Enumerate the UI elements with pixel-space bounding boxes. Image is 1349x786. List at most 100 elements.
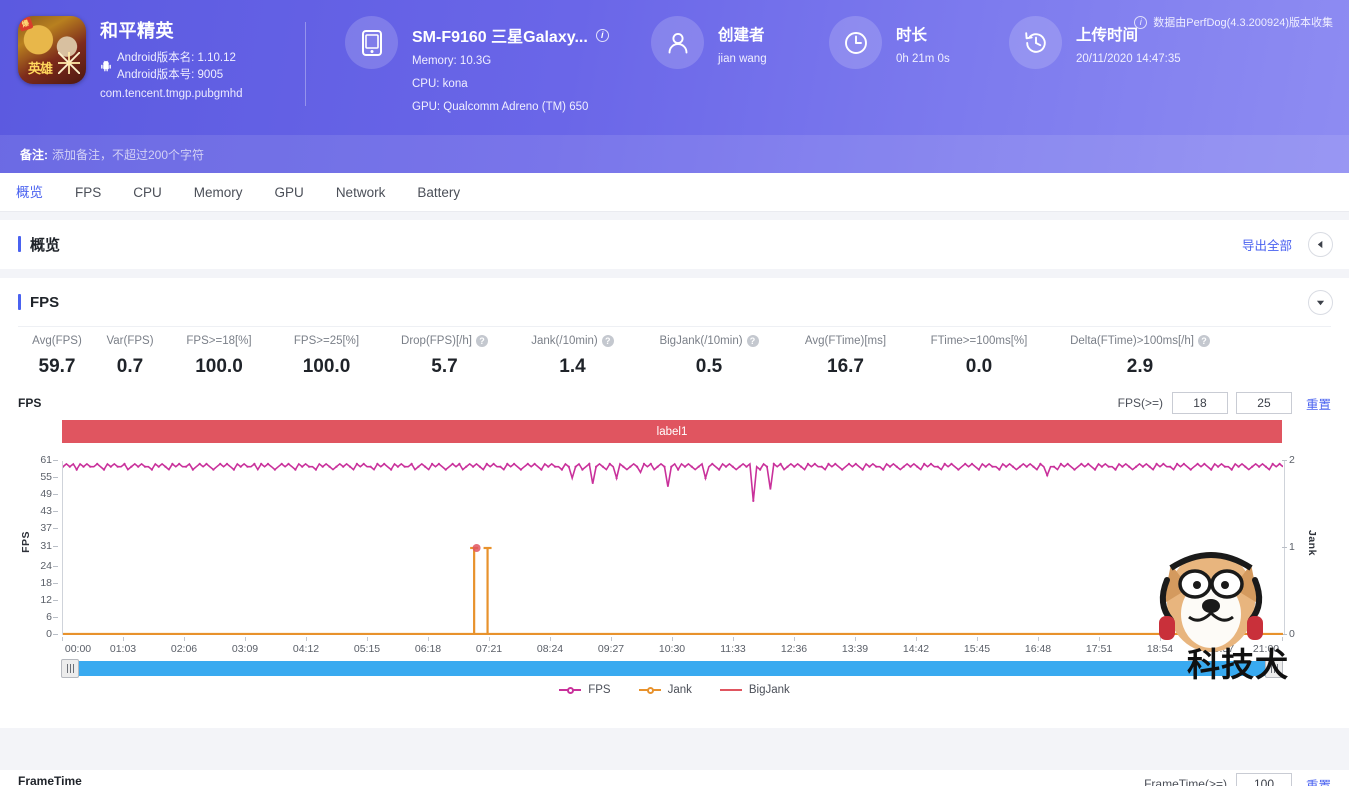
slider-handle-left[interactable] <box>61 659 79 678</box>
perfdog-version-note: i 数据由PerfDog(4.3.200924)版本收集 <box>1134 14 1333 30</box>
clock-icon <box>844 31 867 54</box>
fps-plot-area[interactable] <box>61 461 1282 635</box>
legend-item-bigjank[interactable]: BigJank <box>719 684 790 696</box>
metric-fps-ge-18: FPS>=18[%] 100.0 <box>164 335 274 378</box>
tab-overview[interactable]: 概览 <box>16 173 43 212</box>
y-tick-left: 0 <box>14 628 58 640</box>
fps-panel: FPS Avg(FPS) 59.7 Var(FPS) 0.7 FPS>=18[%… <box>0 278 1349 728</box>
x-tick: 17:51 <box>1085 643 1113 655</box>
tab-cpu[interactable]: CPU <box>133 173 162 212</box>
legend-label-bigjank: BigJank <box>748 684 790 696</box>
metric-var-fps: Var(FPS) 0.7 <box>96 335 164 378</box>
chevron-left-icon <box>1317 240 1323 248</box>
remark-input[interactable]: 添加备注，不超过200个字符 <box>52 146 204 163</box>
overview-panel: 概览 导出全部 <box>0 220 1349 269</box>
history-icon-circle <box>1009 16 1062 69</box>
metric-value-text: 1.4 <box>559 356 586 377</box>
help-icon[interactable]: ? <box>475 335 488 347</box>
device-gpu: GPU: Qualcomm Adreno (TM) 650 <box>412 101 589 113</box>
device-memory: Memory: 10.3G <box>412 55 492 67</box>
fps-title: FPS <box>18 294 59 311</box>
frametime-section-partial: FrameTime FrameTime(>=) 重置 <box>0 770 1349 786</box>
remark-bar[interactable]: 备注: 添加备注，不超过200个字符 <box>0 135 1349 173</box>
app-icon-spark <box>58 52 80 74</box>
y-tick-right: 2 <box>1282 454 1326 466</box>
legend-item-jank[interactable]: Jank <box>638 684 692 696</box>
y-tick-left: 61 <box>14 454 58 466</box>
x-tick: 21:00 <box>1252 643 1280 655</box>
header-divider <box>305 22 306 106</box>
info-icon: i <box>1134 15 1148 29</box>
fps-threshold-input-1[interactable] <box>1171 392 1228 414</box>
y-tick-left: 55 <box>14 471 58 483</box>
time-range-slider[interactable] <box>61 659 1283 678</box>
tab-gpu[interactable]: GPU <box>275 173 304 212</box>
chart-label-band[interactable]: label1 <box>62 420 1282 443</box>
legend-swatch-bigjank <box>719 689 742 691</box>
help-icon[interactable]: ? <box>746 335 759 347</box>
y-tick-left: 18 <box>14 577 58 589</box>
x-tick: 19:57 <box>1207 643 1235 655</box>
remark-label: 备注: <box>20 147 48 162</box>
fps-threshold-input-2[interactable] <box>1235 392 1292 414</box>
app-name: 和平精英 <box>100 21 174 41</box>
help-icon[interactable]: ? <box>1197 335 1210 347</box>
overview-title-text: 概览 <box>30 236 61 254</box>
metric-value-text: 16.7 <box>827 356 864 377</box>
x-tick: 09:27 <box>597 643 625 655</box>
app-version-name: Android版本名: 1.10.12 <box>117 52 236 64</box>
main-tabbar: 概览 FPS CPU Memory GPU Network Battery <box>0 173 1349 212</box>
frametime-threshold-label: FrameTime(>=) <box>1144 777 1227 786</box>
x-tick: 14:42 <box>902 643 930 655</box>
metric-label-text: Jank(/10min) <box>531 335 598 347</box>
frametime-threshold-input[interactable] <box>1235 773 1292 786</box>
x-tick: 11:33 <box>720 643 746 655</box>
metric-label-text: Avg(FTime)[ms] <box>804 335 887 347</box>
metric-label-text: Drop(FPS)[/h] <box>401 335 472 347</box>
y-axis-left: 0 6 12 18 24 31 37 43 49 55 61 <box>14 454 58 640</box>
x-tick: 16:48 <box>1024 643 1052 655</box>
device-info-card: SM-F9160 三星Galaxy... i Memory: 10.3G CPU… <box>345 16 645 116</box>
y-tick-left: 37 <box>14 522 58 534</box>
fps-chart-canvas[interactable]: label1 FPS Jank 0 6 12 18 24 31 37 43 49 55 61 012… <box>0 418 1349 718</box>
phone-icon <box>361 29 382 56</box>
device-info-icon[interactable]: i <box>595 28 609 42</box>
tab-fps[interactable]: FPS <box>75 173 101 212</box>
app-icon-badge: 爆 <box>18 16 34 32</box>
creator-card: 创建者 jian wang <box>651 16 829 69</box>
chart-legend: FPS Jank BigJank <box>0 684 1349 696</box>
y-tick-left: 24 <box>14 560 58 572</box>
tab-memory[interactable]: Memory <box>194 173 243 212</box>
metric-avg-ftime: Avg(FTime)[ms] 16.7 <box>783 335 908 378</box>
x-tick: 10:30 <box>658 643 686 655</box>
duration-value: 0h 21m 0s <box>896 53 950 65</box>
x-axis: 00:00 01:03 02:06 03:09 04:12 05:15 06:18 07:21… <box>62 637 1283 657</box>
tab-network[interactable]: Network <box>336 173 386 212</box>
x-tick: 00:00 <box>64 643 92 655</box>
duration-card: 时长 0h 21m 0s <box>829 16 1009 69</box>
app-icon: 爆 英雄 <box>18 16 86 84</box>
fps-panel-header: FPS <box>0 278 1349 326</box>
device-name: SM-F9160 三星Galaxy... i <box>412 23 609 47</box>
x-tick: 18:54 <box>1146 643 1174 655</box>
export-all-button[interactable]: 导出全部 <box>1242 235 1292 254</box>
creator-value: jian wang <box>718 53 767 65</box>
x-tick: 07:21 <box>475 643 503 655</box>
overview-title: 概览 <box>18 234 60 255</box>
app-icon-glyph: 英雄 <box>28 61 53 76</box>
clock-icon-circle <box>829 16 882 69</box>
x-tick: 01:03 <box>109 643 137 655</box>
app-package-name: com.tencent.tmgp.pubgmhd <box>100 88 243 100</box>
legend-item-fps[interactable]: FPS <box>559 684 611 696</box>
history-icon <box>1024 31 1046 53</box>
x-tick: 06:18 <box>414 643 442 655</box>
slider-handle-right[interactable] <box>1265 659 1283 678</box>
help-icon[interactable]: ? <box>601 335 614 347</box>
collapse-left-button[interactable] <box>1308 231 1333 257</box>
fps-collapse-button[interactable] <box>1308 289 1333 315</box>
android-icon <box>101 60 111 72</box>
frametime-reset-button[interactable]: 重置 <box>1306 775 1331 786</box>
fps-reset-button[interactable]: 重置 <box>1306 394 1331 413</box>
legend-label-jank: Jank <box>667 684 692 696</box>
tab-battery[interactable]: Battery <box>417 173 460 212</box>
